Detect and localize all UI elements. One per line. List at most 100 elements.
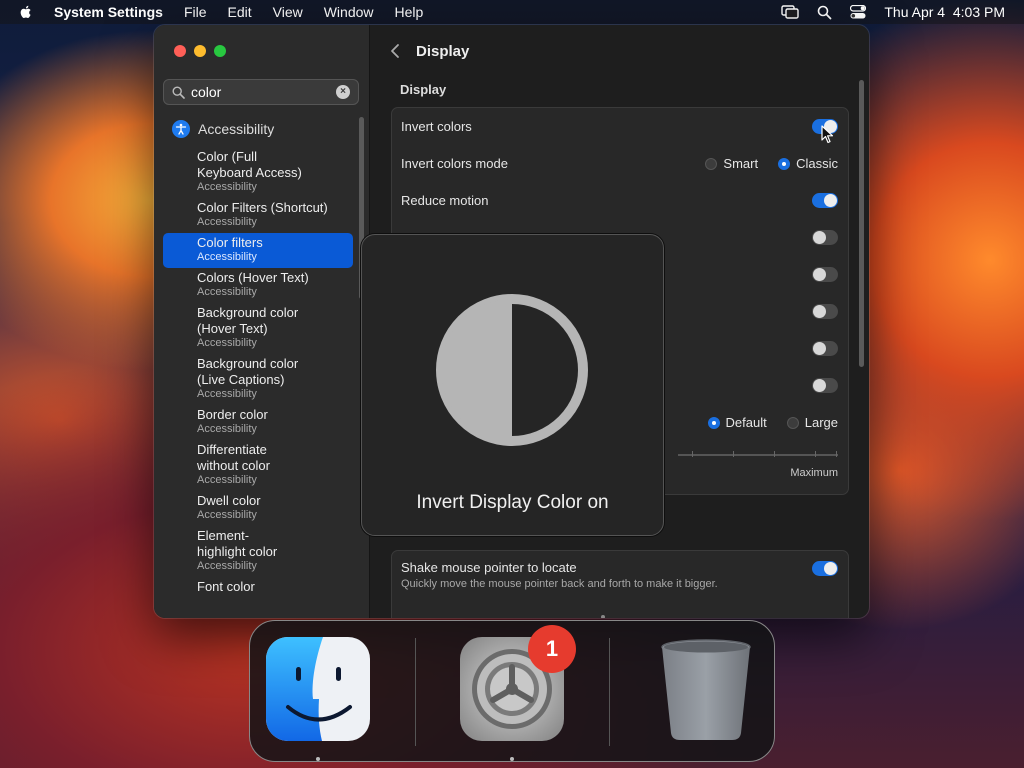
slider-tick <box>815 451 816 457</box>
menu-view[interactable]: View <box>273 4 303 20</box>
setting-toggle-3[interactable] <box>812 304 838 319</box>
search-result-title: Color filters <box>197 235 263 250</box>
running-indicator <box>510 757 514 761</box>
results-section-label: Accessibility <box>198 121 275 137</box>
mouse-pointer-icon <box>821 125 834 144</box>
search-result-item[interactable]: Color Filters (Shortcut) Accessibility <box>163 198 353 233</box>
search-result-title: Keyboard Access) <box>197 165 302 180</box>
close-window-button[interactable] <box>174 45 186 57</box>
search-icon <box>172 85 185 99</box>
search-result-subtitle: Accessibility <box>197 216 257 228</box>
apple-menu-icon[interactable] <box>18 4 34 20</box>
spotlight-search-icon[interactable] <box>817 5 832 20</box>
slider-max-label: Maximum <box>790 467 838 479</box>
pointer-size-slider-partial[interactable] <box>401 615 838 618</box>
running-indicator <box>316 757 320 761</box>
dock-trash[interactable] <box>654 637 758 741</box>
dock-separator <box>609 638 610 746</box>
results-section-accessibility[interactable]: Accessibility <box>163 117 353 141</box>
window-controls <box>174 45 226 57</box>
search-result-title: Background color <box>197 356 299 371</box>
radio-smart-label[interactable]: Smart <box>723 156 758 171</box>
search-result-subtitle: Accessibility <box>197 423 257 435</box>
size-slider[interactable] <box>678 451 838 457</box>
row-reduce-motion: Reduce motion <box>392 182 848 219</box>
notification-badge: 1 <box>528 625 576 673</box>
search-result-title: Font color <box>197 579 255 594</box>
shake-description: Quickly move the mouse pointer back and … <box>401 578 718 590</box>
search-field[interactable]: × <box>163 79 359 105</box>
dock-system-settings[interactable]: 1 <box>460 625 576 741</box>
search-result-item[interactable]: Element-highlight color Accessibility <box>163 526 353 577</box>
search-result-item[interactable]: Color filters Accessibility <box>163 233 353 268</box>
dock-finder[interactable] <box>266 637 370 741</box>
search-result-item[interactable]: Color (Full Keyboard Access) Accessibility <box>163 147 353 198</box>
search-result-title: Color Filters (Shortcut) <box>197 200 328 215</box>
minimize-window-button[interactable] <box>194 45 206 57</box>
radio-large-label[interactable]: Large <box>805 415 838 430</box>
search-result-title: Colors (Hover Text) <box>197 270 309 285</box>
sidebar: × Accessibility Color (FullKeyboard Acce… <box>154 25 370 618</box>
accessibility-icon <box>172 120 190 138</box>
reduce-motion-toggle[interactable] <box>812 193 838 208</box>
row-invert-colors-mode: Invert colors mode Smart Classic <box>392 145 848 182</box>
setting-toggle-5[interactable] <box>812 378 838 393</box>
screen-mirroring-icon[interactable] <box>781 5 800 19</box>
invert-color-hud: Invert Display Color on <box>361 234 664 536</box>
menu-file[interactable]: File <box>184 4 207 20</box>
search-result-item[interactable]: Background color (Live Captions) Accessibi… <box>163 354 353 405</box>
control-center-icon[interactable] <box>850 5 867 19</box>
zoom-window-button[interactable] <box>214 45 226 57</box>
search-result-item[interactable]: Font color <box>163 577 353 599</box>
menu-window[interactable]: Window <box>324 4 374 20</box>
search-result-title: (Hover Text) <box>197 321 268 336</box>
search-result-item[interactable]: Dwell color Accessibility <box>163 491 353 526</box>
menu-datetime[interactable]: Thu Apr 4 4:03 PM <box>884 4 1005 20</box>
setting-toggle-4[interactable] <box>812 341 838 356</box>
search-result-title: without color <box>197 458 270 473</box>
search-result-title: Differentiate <box>197 442 267 457</box>
trash-icon <box>661 639 751 740</box>
search-result-subtitle: Accessibility <box>197 286 257 298</box>
dock: 1 <box>249 620 775 762</box>
radio-default[interactable] <box>707 416 720 429</box>
menu-edit[interactable]: Edit <box>228 4 252 20</box>
search-result-title: Color (Full <box>197 149 257 164</box>
dock-separator <box>415 638 416 746</box>
search-result-title: Dwell color <box>197 493 261 508</box>
slider-tick <box>774 451 775 457</box>
slider-tick <box>733 451 734 457</box>
search-result-item[interactable]: Background color (Hover Text) Accessibilit… <box>163 303 353 354</box>
menu-app-name[interactable]: System Settings <box>54 4 163 20</box>
reduce-motion-label: Reduce motion <box>401 193 489 208</box>
radio-default-label[interactable]: Default <box>726 415 767 430</box>
search-result-item[interactable]: Border color Accessibility <box>163 405 353 440</box>
search-result-title: (Live Captions) <box>197 372 285 387</box>
search-result-title: highlight color <box>197 544 278 559</box>
clear-search-icon[interactable]: × <box>336 85 350 99</box>
content-header: Display <box>370 25 869 77</box>
search-result-subtitle: Accessibility <box>197 560 257 572</box>
slider-tick <box>836 451 837 457</box>
shake-toggle[interactable] <box>812 561 838 576</box>
radio-large[interactable] <box>786 416 799 429</box>
back-icon[interactable] <box>390 43 400 59</box>
menu-help[interactable]: Help <box>395 4 424 20</box>
setting-toggle-1[interactable] <box>812 230 838 245</box>
size-radio-group: Default Large <box>707 404 838 441</box>
search-result-subtitle: Accessibility <box>197 181 257 193</box>
search-input[interactable] <box>191 84 331 100</box>
invert-mode-label: Invert colors mode <box>401 156 508 171</box>
radio-classic-label[interactable]: Classic <box>796 156 838 171</box>
slider-tick <box>692 451 693 457</box>
search-result-item[interactable]: Differentiate without color Accessibility <box>163 440 353 491</box>
search-result-title: Background color <box>197 305 299 320</box>
radio-classic[interactable] <box>778 157 791 170</box>
hud-message: Invert Display Color on <box>416 492 609 513</box>
content-scrollbar[interactable] <box>859 80 864 367</box>
search-result-title: Element- <box>197 528 250 543</box>
setting-toggle-2[interactable] <box>812 267 838 282</box>
search-result-item[interactable]: Colors (Hover Text) Accessibility <box>163 268 353 303</box>
search-result-subtitle: Accessibility <box>197 509 257 521</box>
radio-smart[interactable] <box>705 157 718 170</box>
